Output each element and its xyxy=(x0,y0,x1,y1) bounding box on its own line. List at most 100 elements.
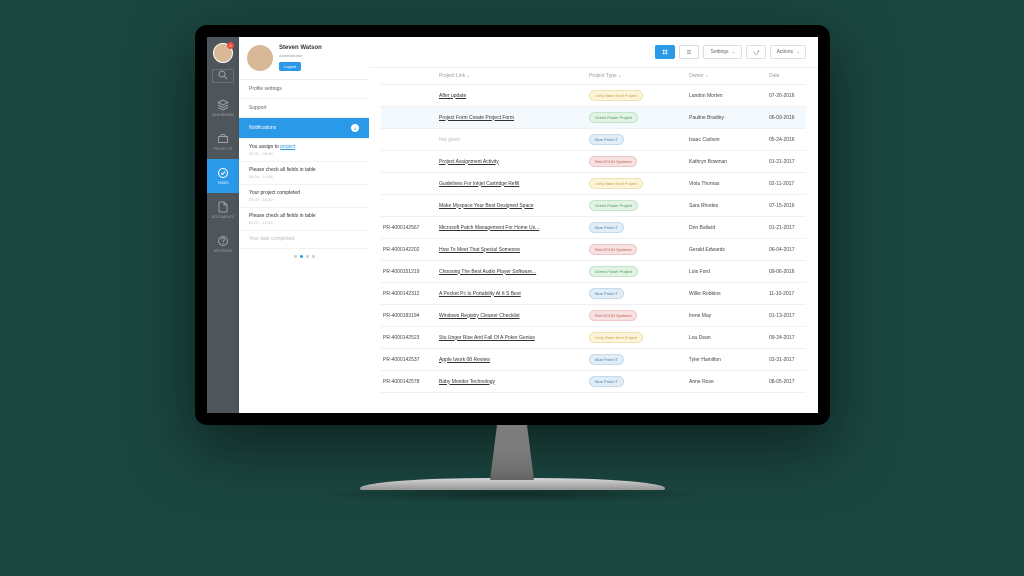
table-row[interactable]: After updateUnity Base Next ProjectLando… xyxy=(381,85,806,107)
notification-item[interactable]: Please check all fields in table09.07 - … xyxy=(239,208,369,231)
project-link[interactable]: Project Assignment Activity xyxy=(439,159,499,165)
notification-item[interactable]: Your project completed09.04 - 18:30 xyxy=(239,185,369,208)
table-row[interactable]: Guidelines For Inkjet Cartridge Refill Un… xyxy=(381,173,806,195)
check-circle-icon xyxy=(217,167,229,179)
date-value: 05-24-2016 xyxy=(769,137,806,143)
profile-popup: Steven Watson Administrator Logout Profi… xyxy=(239,37,369,413)
project-link[interactable]: Stu Unger Rise And Fall Of A Poker Geniu… xyxy=(439,335,535,341)
table-row[interactable]: PR-4000142312A Pocket Pc Is Portability … xyxy=(381,283,806,305)
project-id: PR-4000183194 xyxy=(381,313,439,319)
owner-name: Pauline Bradley xyxy=(689,115,769,121)
project-link[interactable]: Choosing The Best Audio Player Software.… xyxy=(439,269,536,275)
list-icon xyxy=(686,49,692,55)
refresh-button[interactable] xyxy=(746,45,766,59)
project-link[interactable]: Make Myspace Your Best Designed Space xyxy=(439,203,534,209)
view-list-button[interactable] xyxy=(679,45,699,59)
project-type-tag: Unity Base Next Project xyxy=(589,332,643,343)
col-date[interactable]: Date xyxy=(769,73,806,79)
owner-name: Isaac Carlson xyxy=(689,137,769,143)
nav-documents[interactable]: DOCUMENTS xyxy=(207,193,239,227)
menu-notifications[interactable]: Notifications 4 xyxy=(239,118,369,139)
notification-badge: 4 xyxy=(227,42,234,49)
project-link[interactable]: Microsoft Patch Management For Home Us..… xyxy=(439,225,539,231)
project-type-tag: Blue Point IT xyxy=(589,376,624,387)
col-owner[interactable]: Owner▴ xyxy=(689,73,769,79)
date-value: 07-26-2016 xyxy=(769,93,806,99)
project-type-tag: Green Power Project xyxy=(589,112,638,123)
owner-name: Landon Morten xyxy=(689,93,769,99)
notification-item[interactable]: Please check all fields in table09.04 - … xyxy=(239,162,369,185)
refresh-icon xyxy=(753,49,759,55)
project-id: PR-4000142523 xyxy=(381,335,439,341)
view-grid-button[interactable] xyxy=(655,45,675,59)
pager-dots[interactable] xyxy=(239,249,369,264)
main-content: Settings▾ Actions▾ Project Link▴ Project… xyxy=(369,37,818,413)
nav-projects[interactable]: PROJECTS xyxy=(207,125,239,159)
project-link[interactable]: Project Form Create Project Form xyxy=(439,115,514,121)
table-row[interactable]: PR-4000142202How To Meet That Special So… xyxy=(381,239,806,261)
table-header: Project Link▴ Project Type▴ Owner▴ Date xyxy=(381,68,806,85)
project-link[interactable]: Apple Iwork 08 Review xyxy=(439,357,490,363)
user-avatar xyxy=(247,45,273,71)
project-link[interactable]: A Pocket Pc Is Portability At It S Best xyxy=(439,291,521,297)
col-project-type[interactable]: Project Type▴ xyxy=(589,73,689,79)
date-value: 09-06-2016 xyxy=(769,269,806,275)
project-link[interactable]: Guidelines For Inkjet Cartridge Refill xyxy=(439,181,519,187)
project-link[interactable]: How To Meet That Special Someone xyxy=(439,247,520,253)
settings-button[interactable]: Settings▾ xyxy=(703,45,741,59)
user-name: Steven Watson xyxy=(279,45,322,51)
logout-button[interactable]: Logout xyxy=(279,62,301,71)
table-row[interactable]: PR-4000142537Apple Iwork 08 ReviewBlue P… xyxy=(381,349,806,371)
table-row[interactable]: PR-4000151219Choosing The Best Audio Pla… xyxy=(381,261,806,283)
project-type-tag: Green Power Project xyxy=(589,200,638,211)
user-role: Administrator xyxy=(279,53,322,58)
owner-name: Sara Rhodes xyxy=(689,203,769,209)
project-link[interactable]: After update xyxy=(439,93,466,99)
owner-name: Lou Dean xyxy=(689,335,769,341)
actions-button[interactable]: Actions▾ xyxy=(770,45,806,59)
project-type-tag: Blue Point IT xyxy=(589,288,624,299)
menu-support[interactable]: Support xyxy=(239,99,369,118)
project-id: PR-4000151219 xyxy=(381,269,439,275)
project-id: PR-4000142312 xyxy=(381,291,439,297)
owner-name: Gerald Edwards xyxy=(689,247,769,253)
table-row[interactable]: PR-4000142578Baby Monitor Technology Blue… xyxy=(381,371,806,393)
table-row[interactable]: PR-4000142567Microsoft Patch Management … xyxy=(381,217,806,239)
project-id: PR-4000142202 xyxy=(381,247,439,253)
project-link[interactable]: Baby Monitor Technology xyxy=(439,379,495,385)
table-row[interactable]: Make Myspace Your Best Designed Space Gre… xyxy=(381,195,806,217)
date-value: 01-21-2017 xyxy=(769,159,806,165)
layers-icon xyxy=(217,99,229,111)
project-type-tag: Unity Base Next Project xyxy=(589,178,643,189)
project-type-tag: Blue Point IT xyxy=(589,134,624,145)
nav-helpdesk[interactable]: HELPDESK xyxy=(207,227,239,261)
owner-name: Tyler Hamilton xyxy=(689,357,769,363)
project-type-tag: Blue Point IT xyxy=(589,354,624,365)
date-value: 06-09-2016 xyxy=(769,115,806,121)
search-input[interactable] xyxy=(212,69,234,83)
date-value: 01-21-2017 xyxy=(769,225,806,231)
menu-profile-settings[interactable]: Profile settings xyxy=(239,80,369,99)
notification-item[interactable]: You assign to project09.01 - 09:30 xyxy=(239,139,369,162)
table-row[interactable]: Not givenBlue Point ITIsaac Carlson05-24… xyxy=(381,129,806,151)
notifications-count: 4 xyxy=(351,124,359,132)
toolbar: Settings▾ Actions▾ xyxy=(369,37,818,68)
user-avatar-small[interactable]: 4 xyxy=(213,43,233,63)
owner-name: Irene May xyxy=(689,313,769,319)
nav-tasks[interactable]: TASKS xyxy=(207,159,239,193)
table-row[interactable]: Project Form Create Project Form Green Po… xyxy=(381,107,806,129)
table-row[interactable]: PR-4000183194Windows Registry Cleaner Ch… xyxy=(381,305,806,327)
col-project-link[interactable]: Project Link▴ xyxy=(439,73,589,79)
project-link[interactable]: Windows Registry Cleaner Checklist xyxy=(439,313,520,319)
project-id: PR-4000142578 xyxy=(381,379,439,385)
briefcase-icon xyxy=(217,133,229,145)
owner-name: Lois Ford xyxy=(689,269,769,275)
table-row[interactable]: Project Assignment ActivityRed ECHO Syst… xyxy=(381,151,806,173)
notification-item[interactable]: Your task completed xyxy=(239,231,369,249)
help-icon xyxy=(217,235,229,247)
nav-dashboard[interactable]: DASHBOARD xyxy=(207,91,239,125)
owner-name: Anne Rose xyxy=(689,379,769,385)
grid-icon xyxy=(662,49,668,55)
project-type-tag: Blue Point IT xyxy=(589,222,624,233)
table-row[interactable]: PR-4000142523Stu Unger Rise And Fall Of … xyxy=(381,327,806,349)
